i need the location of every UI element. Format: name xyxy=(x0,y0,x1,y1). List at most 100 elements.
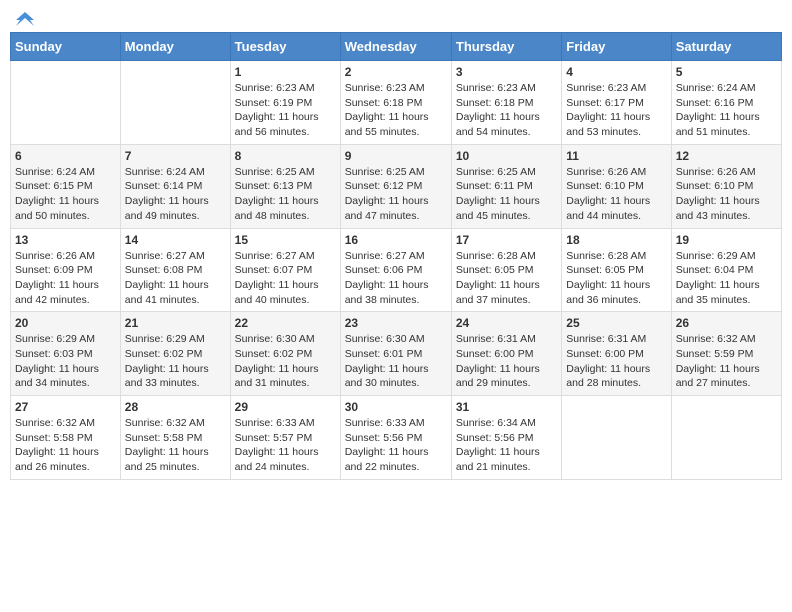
calendar-cell: 25 Sunrise: 6:31 AM Sunset: 6:00 PM Dayli… xyxy=(562,312,671,396)
column-header-sunday: Sunday xyxy=(11,33,121,61)
calendar-cell: 18 Sunrise: 6:28 AM Sunset: 6:05 PM Dayli… xyxy=(562,228,671,312)
calendar-cell: 23 Sunrise: 6:30 AM Sunset: 6:01 PM Dayli… xyxy=(340,312,451,396)
calendar-cell: 3 Sunrise: 6:23 AM Sunset: 6:18 PM Daylig… xyxy=(451,61,561,145)
day-info: Sunrise: 6:33 AM Sunset: 5:57 PM Dayligh… xyxy=(235,416,336,475)
day-number: 6 xyxy=(15,149,116,163)
day-number: 4 xyxy=(566,65,666,79)
day-number: 21 xyxy=(125,316,226,330)
column-header-tuesday: Tuesday xyxy=(230,33,340,61)
day-number: 23 xyxy=(345,316,447,330)
calendar-cell: 14Sunrise: 6:27 AM Sunset: 6:08 PM Dayli… xyxy=(120,228,230,312)
day-number: 2 xyxy=(345,65,447,79)
day-info: Sunrise: 6:26 AM Sunset: 6:09 PM Dayligh… xyxy=(15,249,116,308)
day-info: Sunrise: 6:24 AM Sunset: 6:16 PM Dayligh… xyxy=(676,81,777,140)
day-number: 20 xyxy=(15,316,116,330)
day-number: 12 xyxy=(676,149,777,163)
day-info: Sunrise: 6:34 AM Sunset: 5:56 PM Dayligh… xyxy=(456,416,557,475)
calendar-header-row: SundayMondayTuesdayWednesdayThursdayFrid… xyxy=(11,33,782,61)
day-number: 3 xyxy=(456,65,557,79)
day-number: 7 xyxy=(125,149,226,163)
day-info: Sunrise: 6:25 AM Sunset: 6:12 PM Dayligh… xyxy=(345,165,447,224)
calendar-cell: 17 Sunrise: 6:28 AM Sunset: 6:05 PM Dayli… xyxy=(451,228,561,312)
day-info: Sunrise: 6:27 AM Sunset: 6:06 PM Dayligh… xyxy=(345,249,447,308)
calendar-cell: 9Sunrise: 6:25 AM Sunset: 6:12 PM Daylig… xyxy=(340,144,451,228)
day-info: Sunrise: 6:28 AM Sunset: 6:05 PM Dayligh… xyxy=(566,249,666,308)
calendar-week-row: 13 Sunrise: 6:26 AM Sunset: 6:09 PM Dayli… xyxy=(11,228,782,312)
calendar-week-row: 20 Sunrise: 6:29 AM Sunset: 6:03 PM Dayli… xyxy=(11,312,782,396)
calendar-cell: 31 Sunrise: 6:34 AM Sunset: 5:56 PM Dayli… xyxy=(451,396,561,480)
day-info: Sunrise: 6:30 AM Sunset: 6:02 PM Dayligh… xyxy=(235,332,336,391)
calendar-cell: 30 Sunrise: 6:33 AM Sunset: 5:56 PM Dayli… xyxy=(340,396,451,480)
day-info: Sunrise: 6:29 AM Sunset: 6:03 PM Dayligh… xyxy=(15,332,116,391)
day-number: 30 xyxy=(345,400,447,414)
day-info: Sunrise: 6:26 AM Sunset: 6:10 PM Dayligh… xyxy=(676,165,777,224)
calendar-cell xyxy=(671,396,781,480)
calendar-cell: 4Sunrise: 6:23 AM Sunset: 6:17 PM Daylig… xyxy=(562,61,671,145)
calendar-cell: 15 Sunrise: 6:27 AM Sunset: 6:07 PM Dayli… xyxy=(230,228,340,312)
day-number: 10 xyxy=(456,149,557,163)
column-header-monday: Monday xyxy=(120,33,230,61)
day-info: Sunrise: 6:23 AM Sunset: 6:18 PM Dayligh… xyxy=(345,81,447,140)
calendar-cell: 28 Sunrise: 6:32 AM Sunset: 5:58 PM Dayli… xyxy=(120,396,230,480)
calendar-cell: 10 Sunrise: 6:25 AM Sunset: 6:11 PM Dayli… xyxy=(451,144,561,228)
calendar-cell: 26 Sunrise: 6:32 AM Sunset: 5:59 PM Dayli… xyxy=(671,312,781,396)
day-number: 18 xyxy=(566,233,666,247)
logo-bird-icon xyxy=(16,10,34,28)
day-info: Sunrise: 6:28 AM Sunset: 6:05 PM Dayligh… xyxy=(456,249,557,308)
day-number: 24 xyxy=(456,316,557,330)
column-header-saturday: Saturday xyxy=(671,33,781,61)
day-info: Sunrise: 6:32 AM Sunset: 5:58 PM Dayligh… xyxy=(125,416,226,475)
day-number: 15 xyxy=(235,233,336,247)
day-number: 16 xyxy=(345,233,447,247)
calendar-week-row: 6 Sunrise: 6:24 AM Sunset: 6:15 PM Daylig… xyxy=(11,144,782,228)
day-info: Sunrise: 6:25 AM Sunset: 6:13 PM Dayligh… xyxy=(235,165,336,224)
day-info: Sunrise: 6:31 AM Sunset: 6:00 PM Dayligh… xyxy=(456,332,557,391)
day-number: 5 xyxy=(676,65,777,79)
calendar-cell: 22 Sunrise: 6:30 AM Sunset: 6:02 PM Dayli… xyxy=(230,312,340,396)
calendar-cell: 19Sunrise: 6:29 AM Sunset: 6:04 PM Dayli… xyxy=(671,228,781,312)
calendar-cell: 12 Sunrise: 6:26 AM Sunset: 6:10 PM Dayli… xyxy=(671,144,781,228)
day-number: 31 xyxy=(456,400,557,414)
column-header-thursday: Thursday xyxy=(451,33,561,61)
calendar-cell: 27 Sunrise: 6:32 AM Sunset: 5:58 PM Dayli… xyxy=(11,396,121,480)
day-number: 22 xyxy=(235,316,336,330)
calendar-cell xyxy=(11,61,121,145)
day-number: 28 xyxy=(125,400,226,414)
day-info: Sunrise: 6:23 AM Sunset: 6:19 PM Dayligh… xyxy=(235,81,336,140)
calendar-cell: 16 Sunrise: 6:27 AM Sunset: 6:06 PM Dayli… xyxy=(340,228,451,312)
day-number: 8 xyxy=(235,149,336,163)
logo xyxy=(14,10,34,24)
day-number: 29 xyxy=(235,400,336,414)
day-number: 26 xyxy=(676,316,777,330)
calendar-cell: 20 Sunrise: 6:29 AM Sunset: 6:03 PM Dayli… xyxy=(11,312,121,396)
day-number: 25 xyxy=(566,316,666,330)
calendar-cell xyxy=(562,396,671,480)
day-number: 27 xyxy=(15,400,116,414)
day-info: Sunrise: 6:31 AM Sunset: 6:00 PM Dayligh… xyxy=(566,332,666,391)
day-info: Sunrise: 6:32 AM Sunset: 5:58 PM Dayligh… xyxy=(15,416,116,475)
day-info: Sunrise: 6:30 AM Sunset: 6:01 PM Dayligh… xyxy=(345,332,447,391)
page-header xyxy=(10,10,782,24)
day-info: Sunrise: 6:29 AM Sunset: 6:02 PM Dayligh… xyxy=(125,332,226,391)
day-number: 17 xyxy=(456,233,557,247)
calendar-cell: 24 Sunrise: 6:31 AM Sunset: 6:00 PM Dayli… xyxy=(451,312,561,396)
day-number: 13 xyxy=(15,233,116,247)
day-info: Sunrise: 6:25 AM Sunset: 6:11 PM Dayligh… xyxy=(456,165,557,224)
day-info: Sunrise: 6:33 AM Sunset: 5:56 PM Dayligh… xyxy=(345,416,447,475)
calendar-cell: 21 Sunrise: 6:29 AM Sunset: 6:02 PM Dayli… xyxy=(120,312,230,396)
column-header-friday: Friday xyxy=(562,33,671,61)
day-info: Sunrise: 6:29 AM Sunset: 6:04 PM Dayligh… xyxy=(676,249,777,308)
day-info: Sunrise: 6:24 AM Sunset: 6:14 PM Dayligh… xyxy=(125,165,226,224)
day-info: Sunrise: 6:32 AM Sunset: 5:59 PM Dayligh… xyxy=(676,332,777,391)
day-number: 14 xyxy=(125,233,226,247)
day-info: Sunrise: 6:24 AM Sunset: 6:15 PM Dayligh… xyxy=(15,165,116,224)
calendar-week-row: 27 Sunrise: 6:32 AM Sunset: 5:58 PM Dayli… xyxy=(11,396,782,480)
calendar-cell: 6 Sunrise: 6:24 AM Sunset: 6:15 PM Daylig… xyxy=(11,144,121,228)
calendar-week-row: 1Sunrise: 6:23 AM Sunset: 6:19 PM Daylig… xyxy=(11,61,782,145)
day-info: Sunrise: 6:26 AM Sunset: 6:10 PM Dayligh… xyxy=(566,165,666,224)
calendar-cell: 11Sunrise: 6:26 AM Sunset: 6:10 PM Dayli… xyxy=(562,144,671,228)
calendar-cell: 7 Sunrise: 6:24 AM Sunset: 6:14 PM Daylig… xyxy=(120,144,230,228)
day-info: Sunrise: 6:23 AM Sunset: 6:18 PM Dayligh… xyxy=(456,81,557,140)
day-info: Sunrise: 6:27 AM Sunset: 6:07 PM Dayligh… xyxy=(235,249,336,308)
calendar-cell: 5 Sunrise: 6:24 AM Sunset: 6:16 PM Daylig… xyxy=(671,61,781,145)
